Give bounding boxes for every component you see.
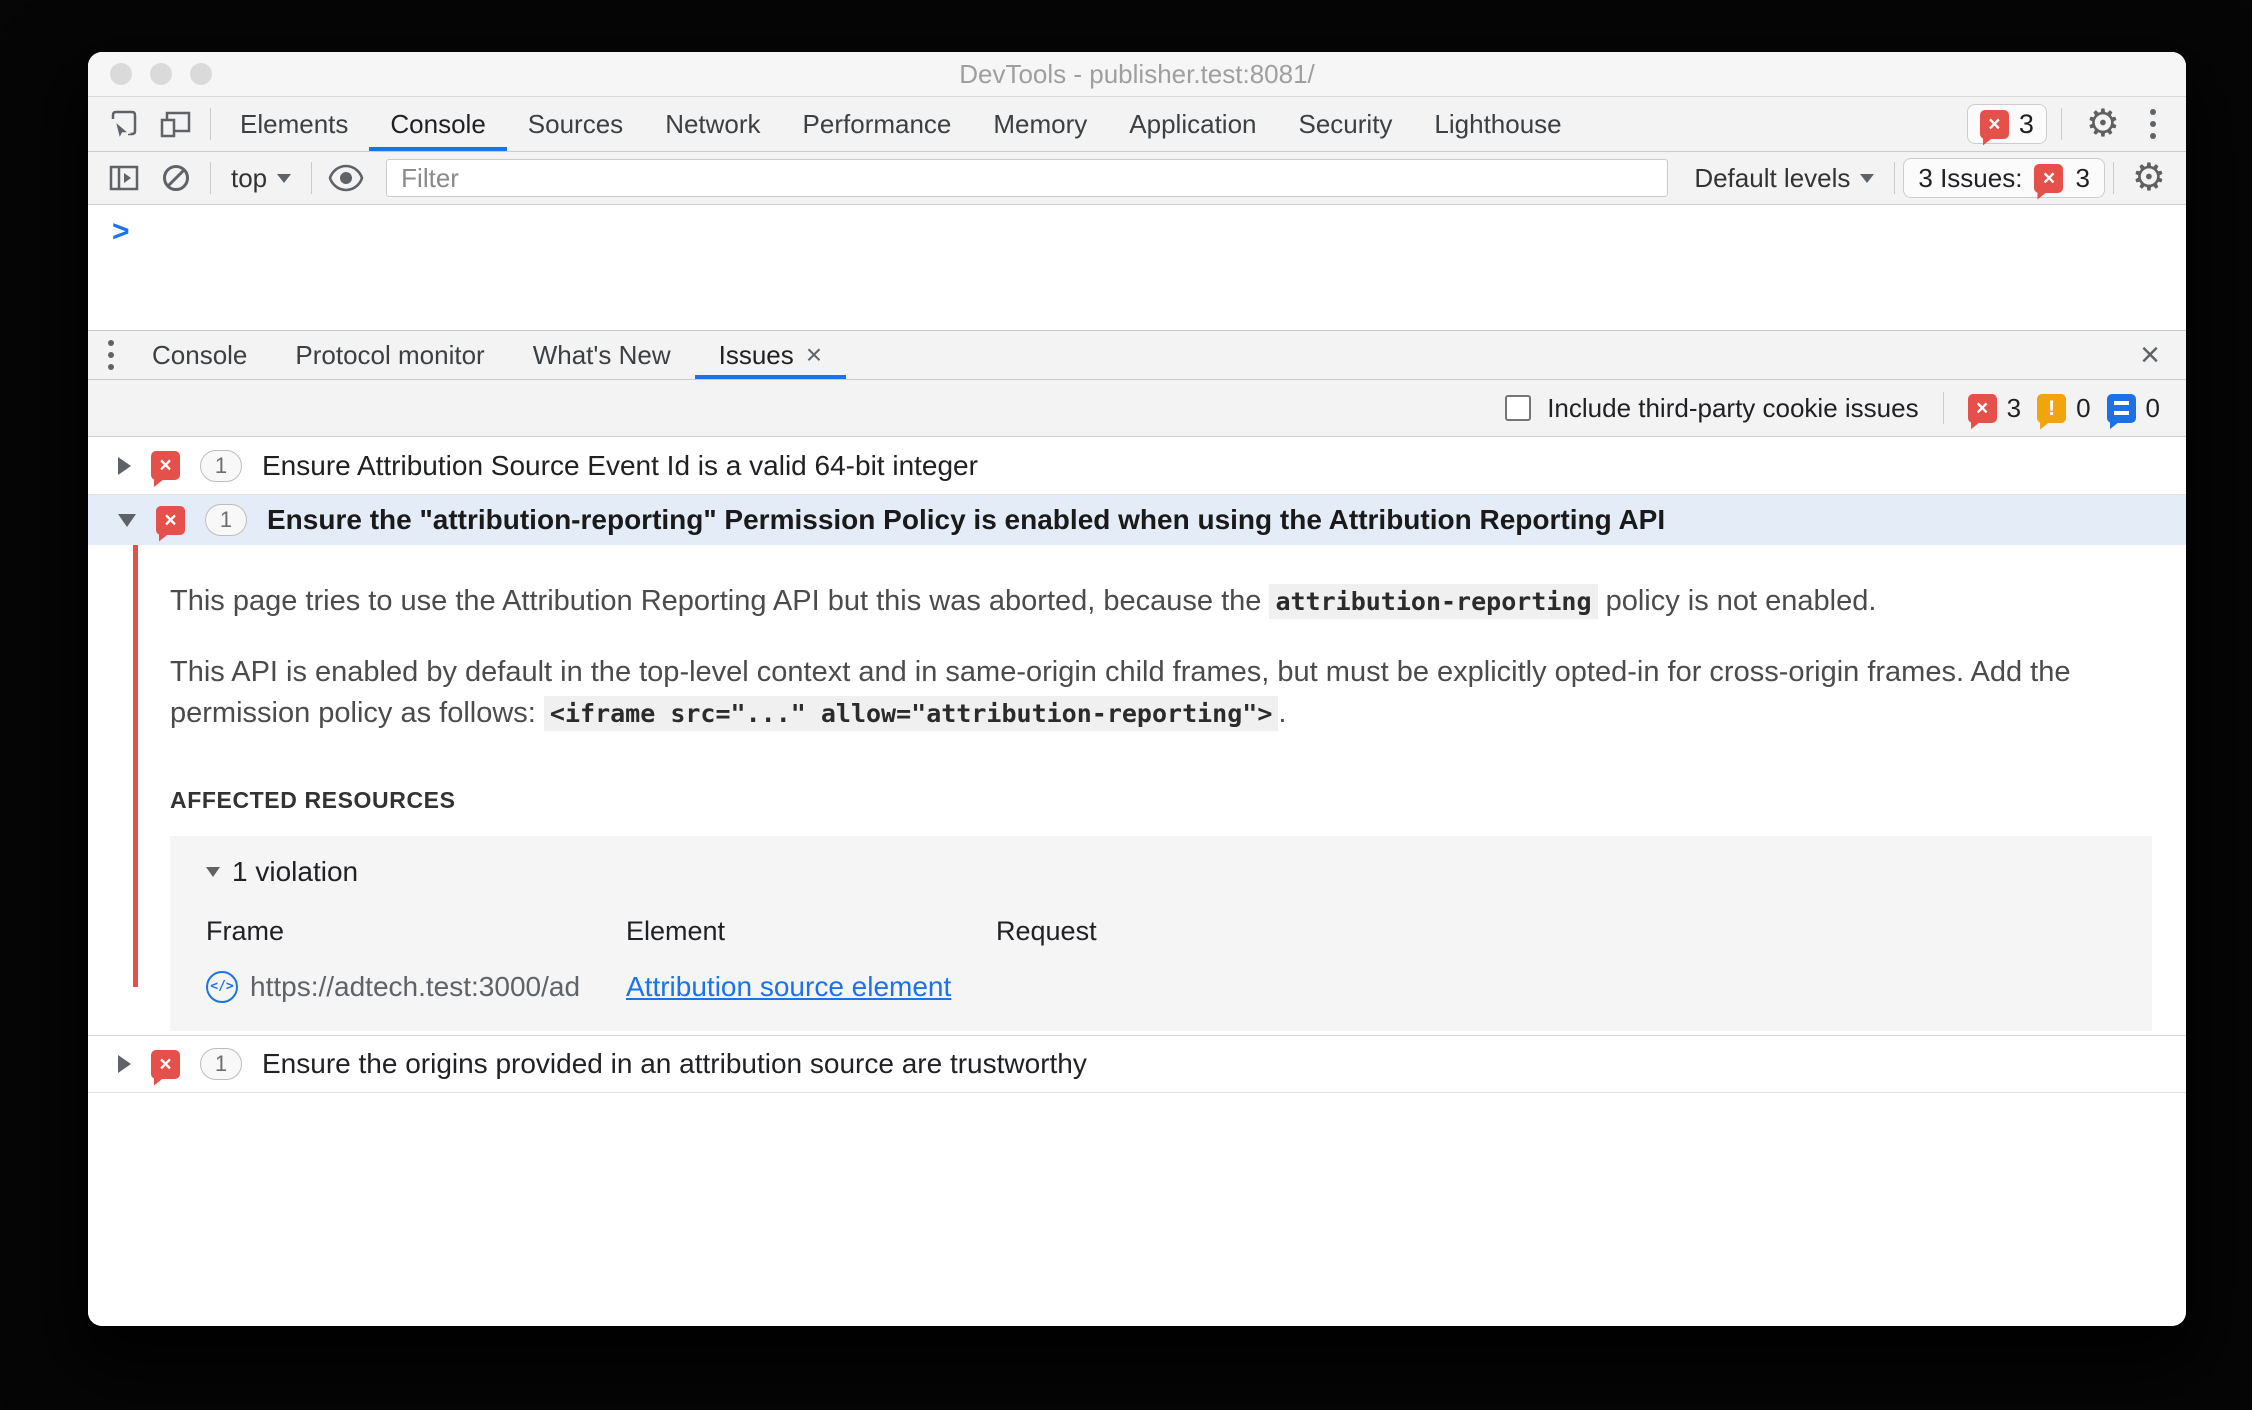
console-sidebar-icon[interactable]	[98, 161, 150, 195]
message-counter: 0	[2106, 393, 2160, 424]
tab-console[interactable]: Console	[369, 97, 507, 151]
drawer-tab-protocol-monitor[interactable]: Protocol monitor	[271, 331, 508, 379]
issue-count-badge: 1	[205, 504, 247, 536]
issue-row-trustworthy-origins[interactable]: × 1 Ensure the origins provided in an at…	[88, 1035, 2186, 1093]
minimize-window-button[interactable]	[150, 63, 172, 85]
devtools-window: DevTools - publisher.test:8081/ Elements…	[88, 52, 2186, 1326]
divider	[1894, 162, 1896, 194]
clear-console-icon[interactable]	[150, 161, 202, 195]
column-header-frame: Frame	[206, 915, 285, 946]
code-span: <iframe src="..." allow="attribution-rep…	[543, 696, 1279, 732]
divider	[311, 162, 313, 194]
issue-count-badge: 1	[200, 1048, 242, 1080]
tab-network[interactable]: Network	[644, 97, 781, 151]
toggle-device-toolbar-icon[interactable]	[150, 97, 202, 151]
console-prompt-icon[interactable]: >	[112, 215, 130, 249]
error-bubble-icon: ×	[151, 451, 180, 480]
column-header-request: Request	[996, 915, 1097, 946]
filter-input[interactable]	[386, 159, 1669, 197]
zoom-window-button[interactable]	[190, 63, 212, 85]
drawer-tab-console[interactable]: Console	[128, 331, 271, 379]
error-bubble-icon: ×	[2034, 163, 2064, 193]
error-bubble-icon: ×	[1979, 109, 2009, 139]
titlebar: DevTools - publisher.test:8081/	[88, 52, 2186, 97]
issue-row-event-id[interactable]: × 1 Ensure Attribution Source Event Id i…	[88, 437, 2186, 495]
divider	[210, 108, 211, 140]
issue-count-badge: 1	[200, 449, 242, 482]
issue-title: Ensure the origins provided in an attrib…	[262, 1048, 1087, 1079]
window-title: DevTools - publisher.test:8081/	[959, 58, 1315, 89]
expand-caret-icon[interactable]	[118, 1055, 131, 1073]
error-count: 3	[2018, 108, 2034, 139]
violation-toggle[interactable]: 1 violation	[206, 856, 2152, 888]
message-bubble-icon	[2106, 393, 2136, 423]
console-toolbar: top Default levels 3 Issues: × 3 ⚙	[88, 152, 2186, 205]
error-bubble-icon: ×	[156, 505, 185, 535]
issues-list: × 1 Ensure Attribution Source Event Id i…	[88, 437, 2186, 1326]
issue-resolution-paragraph: This API is enabled by default in the to…	[170, 656, 2071, 732]
chevron-down-icon	[1860, 173, 1875, 183]
tab-memory[interactable]: Memory	[972, 97, 1108, 151]
code-span: attribution-reporting	[1269, 584, 1598, 619]
close-drawer-icon[interactable]: ×	[2114, 336, 2186, 375]
error-counter: × 3	[1967, 393, 2021, 424]
tab-lighthouse[interactable]: Lighthouse	[1413, 97, 1582, 151]
close-window-button[interactable]	[110, 63, 132, 85]
frame-cell: </> https://adtech.test:3000/ad	[206, 970, 626, 1003]
tab-application[interactable]: Application	[1108, 97, 1277, 151]
expand-caret-icon[interactable]	[118, 456, 131, 475]
divider	[2112, 162, 2114, 194]
drawer-tab-whats-new[interactable]: What's New	[509, 331, 695, 379]
issue-title: Ensure Attribution Source Event Id is a …	[262, 449, 978, 481]
frame-source-icon: </>	[206, 970, 238, 1003]
violations-table: Frame Element Request </> https://adtech…	[206, 916, 2152, 1003]
checkbox-label: Include third-party cookie issues	[1547, 392, 1919, 423]
tab-elements[interactable]: Elements	[219, 97, 369, 151]
tab-sources[interactable]: Sources	[507, 97, 644, 151]
affected-resources-box: 1 violation Frame Element Request </> ht…	[170, 835, 2152, 1031]
live-expression-eye-icon[interactable]	[320, 164, 372, 192]
drawer-tab-issues[interactable]: Issues ×	[694, 331, 847, 379]
collapse-caret-icon	[206, 866, 220, 877]
console-settings-gear-icon[interactable]: ⚙	[2122, 159, 2176, 197]
inspect-element-icon[interactable]	[98, 97, 150, 151]
tab-security[interactable]: Security	[1278, 97, 1414, 151]
warning-bubble-icon: !	[2037, 393, 2067, 423]
settings-gear-icon[interactable]: ⚙	[2076, 105, 2130, 143]
main-toolbar-right: × 3 ⚙	[1966, 97, 2186, 151]
log-levels-dropdown[interactable]: Default levels	[1682, 163, 1886, 194]
drawer-more-tabs-icon[interactable]	[94, 340, 128, 370]
issues-counter-button[interactable]: 3 Issues: × 3	[1903, 158, 2105, 198]
error-bubble-icon: ×	[1967, 393, 1997, 423]
warning-counter: ! 0	[2037, 393, 2091, 424]
traffic-lights	[110, 63, 212, 85]
issue-row-permission-policy[interactable]: × 1 Ensure the "attribution-reporting" P…	[88, 495, 2186, 545]
console-messages[interactable]: >	[88, 205, 2186, 331]
context-selector[interactable]: top	[219, 163, 303, 194]
close-tab-icon[interactable]: ×	[806, 341, 822, 369]
collapse-caret-icon[interactable]	[118, 513, 136, 527]
drawer-tab-bar: Console Protocol monitor What's New Issu…	[88, 331, 2186, 380]
main-tab-bar: Elements Console Sources Network Perform…	[88, 97, 2186, 152]
divider	[210, 162, 211, 194]
issue-detail: This page tries to use the Attribution R…	[88, 545, 2186, 1035]
divider	[1942, 392, 1944, 424]
issue-title: Ensure the "attribution-reporting" Permi…	[267, 504, 1666, 535]
attribution-source-element-link[interactable]: Attribution source element	[626, 971, 996, 1003]
frame-url: https://adtech.test:3000/ad	[250, 970, 581, 1002]
third-party-cookies-checkbox[interactable]	[1505, 395, 1532, 421]
issues-error-badge[interactable]: × 3	[1966, 104, 2047, 144]
issue-description-paragraph: This page tries to use the Attribution R…	[170, 584, 1877, 619]
issues-panel-toolbar: Include third-party cookie issues × 3 ! …	[88, 380, 2186, 437]
chevron-down-icon	[277, 173, 292, 183]
column-header-element: Element	[626, 915, 726, 946]
more-options-icon[interactable]	[2136, 109, 2170, 139]
divider	[2060, 108, 2062, 140]
tab-performance[interactable]: Performance	[782, 97, 973, 151]
affected-resources-heading: AFFECTED RESOURCES	[170, 786, 456, 813]
error-bubble-icon: ×	[151, 1049, 180, 1079]
